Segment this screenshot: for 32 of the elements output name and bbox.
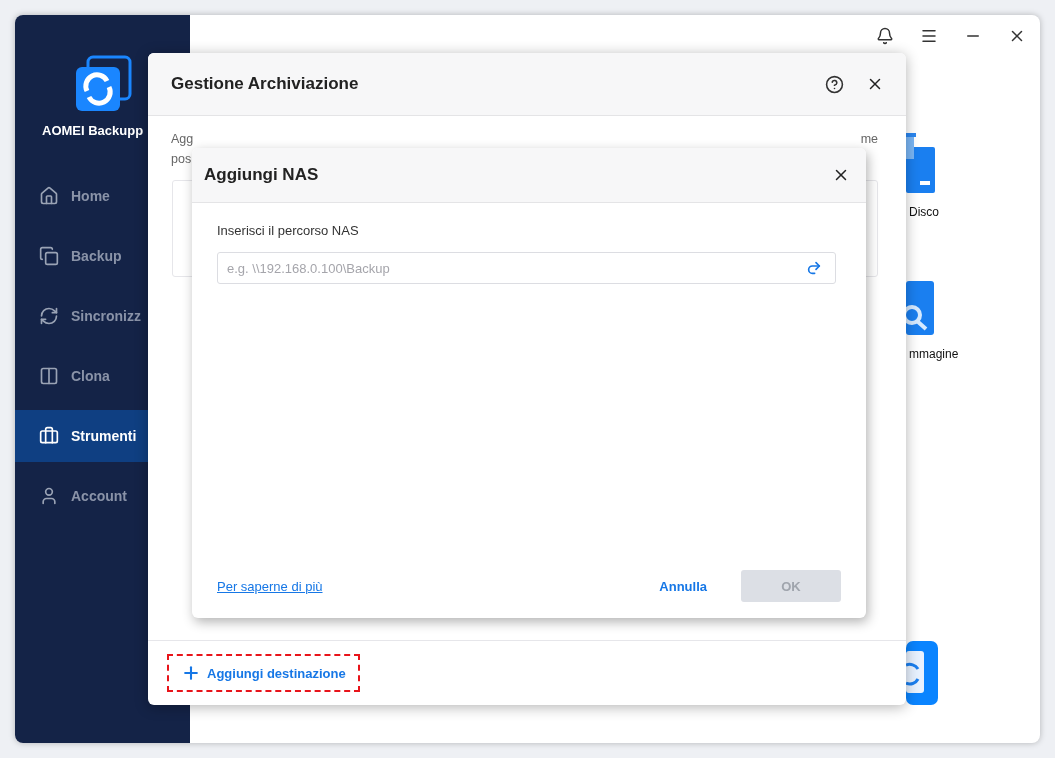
plus-icon [181,663,201,683]
sidebar-item[interactable]: Account [15,470,190,522]
cancel-button[interactable]: Annulla [659,572,707,600]
nas-path-field[interactable]: e.g. \\192.168.0.100\Backup [217,252,836,284]
tools-icon [39,426,59,446]
help-icon[interactable] [825,74,844,94]
go-arrow-icon[interactable] [806,260,822,276]
clone-icon [39,366,59,386]
tool-label: Disco [909,205,939,219]
menu-icon[interactable] [920,27,938,45]
description-text: Agg [171,132,194,146]
home-icon [39,186,59,206]
sidebar-item[interactable]: Home [15,170,190,222]
dialog-title: Gestione Archiviazione [171,74,360,94]
dialog-title: Aggiungi NAS [204,165,319,185]
sidebar-item[interactable]: Clona [15,350,190,402]
description-text: pos [171,152,193,166]
field-label: Inserisci il percorso NAS [217,223,360,238]
backup-icon [39,246,59,266]
sync-icon [39,306,59,326]
account-icon [39,486,59,506]
sync-tile-icon [906,641,938,705]
app-name: AOMEI Backupp [42,123,144,138]
sidebar-item[interactable]: Sincronizz [15,290,190,342]
magnifier-tile-icon [906,281,934,335]
sidebar-item[interactable]: Backup [15,230,190,282]
app-logo-icon [73,55,132,113]
add-destination-button[interactable]: Aggiungi destinazione [167,654,360,692]
description-text: me [860,132,878,146]
notification-icon[interactable] [876,27,894,45]
learn-more-link[interactable]: Per saperne di più [217,578,323,594]
tool-label: mmagine [909,347,959,361]
